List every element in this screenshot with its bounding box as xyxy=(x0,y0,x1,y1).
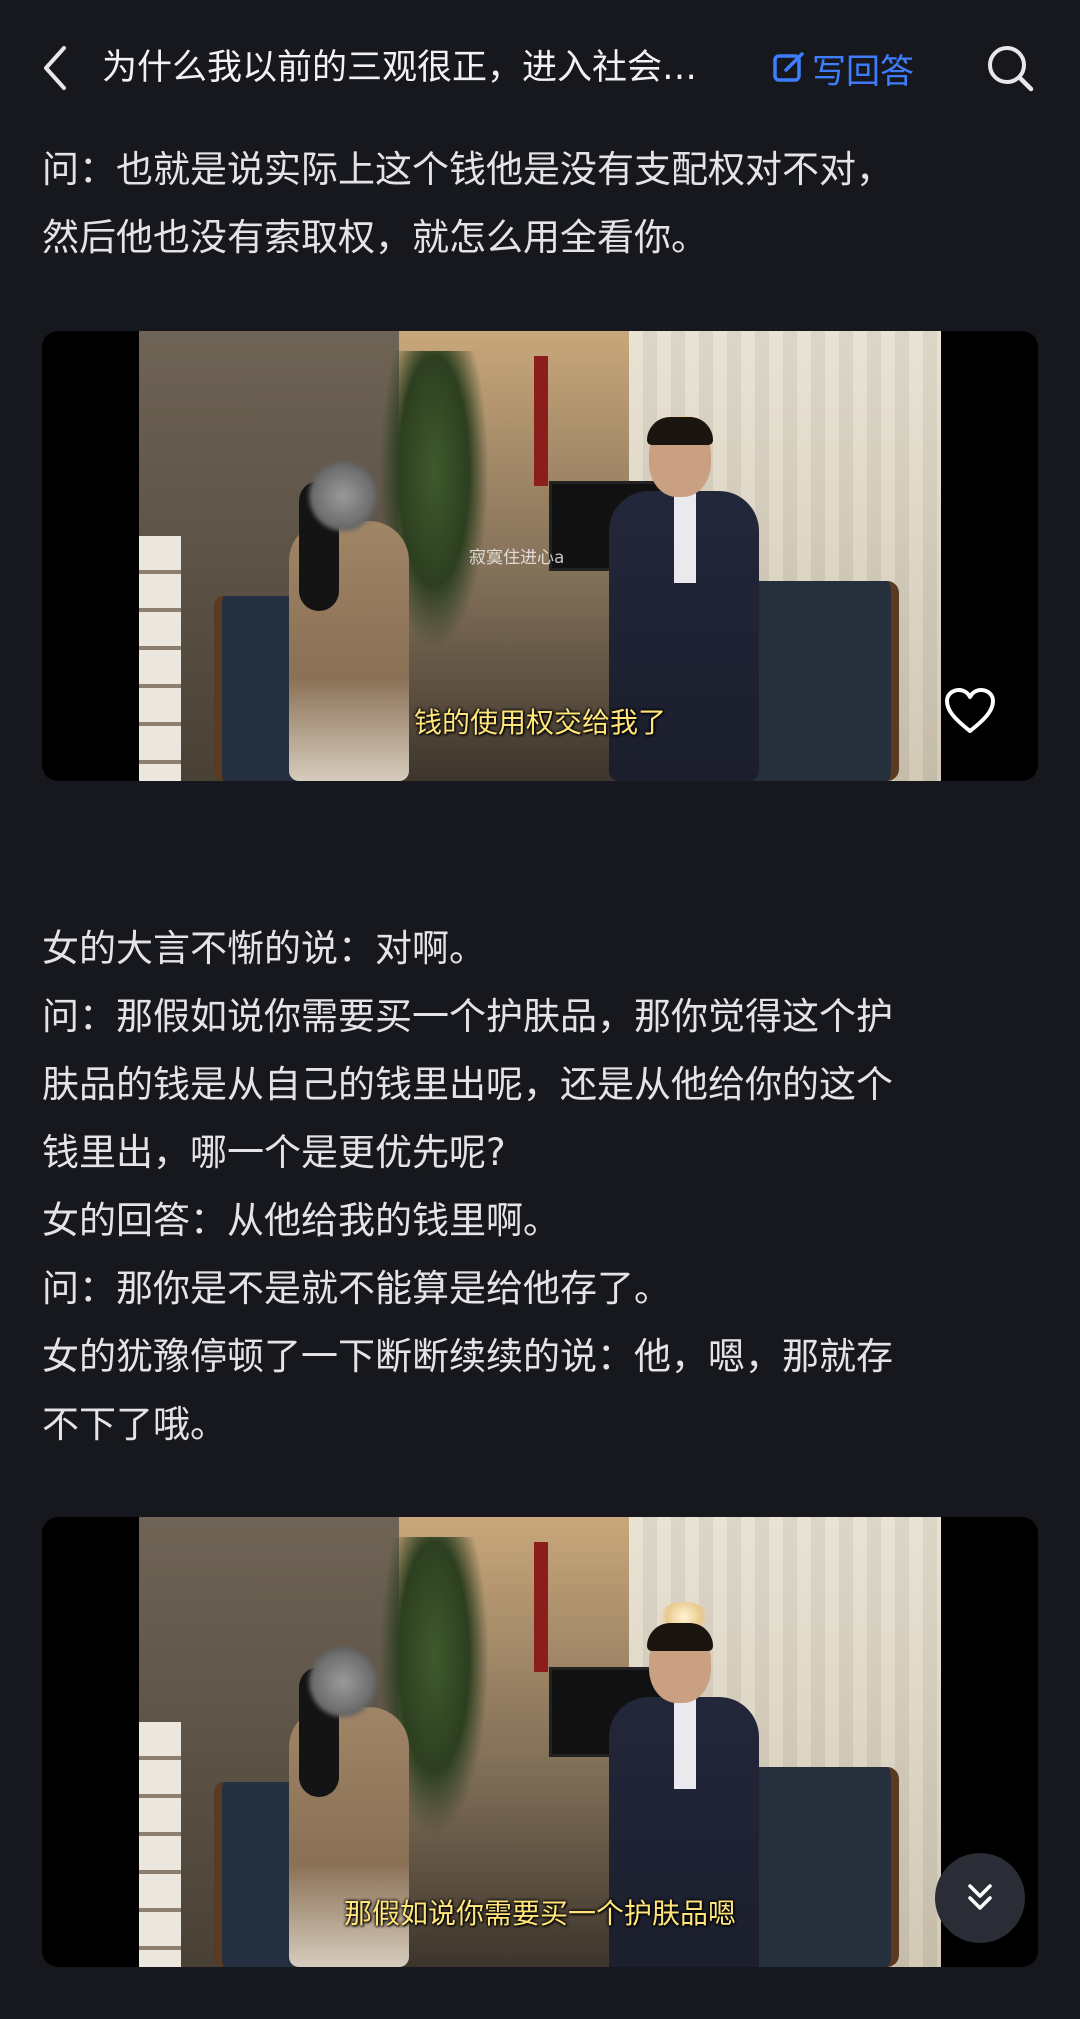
back-button[interactable] xyxy=(30,38,80,98)
video-subtitle: 那假如说你需要买一个护肤品嗯 xyxy=(343,1897,736,1930)
video-subtitle: 钱的使用权交给我了 xyxy=(413,706,666,739)
page-title[interactable]: 为什么我以前的三观很正，进入社会… xyxy=(102,40,752,96)
video-frame: 那假如说你需要买一个护肤品嗯 xyxy=(139,1517,941,1967)
scroll-to-bottom-button[interactable] xyxy=(935,1853,1025,1943)
like-button[interactable] xyxy=(942,683,998,739)
video-watermark: 寂寞住进心a xyxy=(469,548,565,568)
text-line: 问：那你是不是就不能算是给他存了。 xyxy=(42,1267,671,1310)
chevron-left-icon xyxy=(44,46,66,90)
text-line: 钱里出，哪一个是更优先呢? xyxy=(42,1131,506,1174)
search-button[interactable] xyxy=(980,38,1040,98)
video-player-1[interactable]: 寂寞住进心a 钱的使用权交给我了 xyxy=(42,331,1038,781)
text-line: 女的回答：从他给我的钱里啊。 xyxy=(42,1199,560,1242)
top-bar: 为什么我以前的三观很正，进入社会… 写回答 xyxy=(0,0,1080,135)
search-icon xyxy=(988,46,1034,92)
text-line: 不下了哦。 xyxy=(42,1403,227,1446)
write-answer-button[interactable]: 写回答 xyxy=(772,40,914,96)
double-chevron-down-icon xyxy=(968,1884,992,1910)
text-line: 问：也就是说实际上这个钱他是没有支配权对不对， xyxy=(42,148,893,191)
text-line: 肤品的钱是从自己的钱里出呢，还是从他给你的这个 xyxy=(42,1063,893,1106)
answer-paragraph-1: 问：也就是说实际上这个钱他是没有支配权对不对， 然后他也没有索取权，就怎么用全看… xyxy=(42,136,1042,272)
text-line: 问：那假如说你需要买一个护肤品，那你觉得这个护 xyxy=(42,995,893,1038)
text-line: 然后他也没有索取权，就怎么用全看你。 xyxy=(42,216,708,259)
answer-paragraph-2: 女的大言不惭的说：对啊。 问：那假如说你需要买一个护肤品，那你觉得这个护 肤品的… xyxy=(42,915,1042,1459)
text-line: 女的大言不惭的说：对啊。 xyxy=(42,927,486,970)
video-player-2[interactable]: 那假如说你需要买一个护肤品嗯 xyxy=(42,1517,1038,1967)
edit-icon xyxy=(773,52,804,82)
heart-icon xyxy=(945,688,995,733)
video-frame: 寂寞住进心a 钱的使用权交给我了 xyxy=(139,331,941,781)
write-answer-label: 写回答 xyxy=(812,51,914,92)
text-line: 女的犹豫停顿了一下断断续续的说：他，嗯，那就存 xyxy=(42,1335,893,1378)
